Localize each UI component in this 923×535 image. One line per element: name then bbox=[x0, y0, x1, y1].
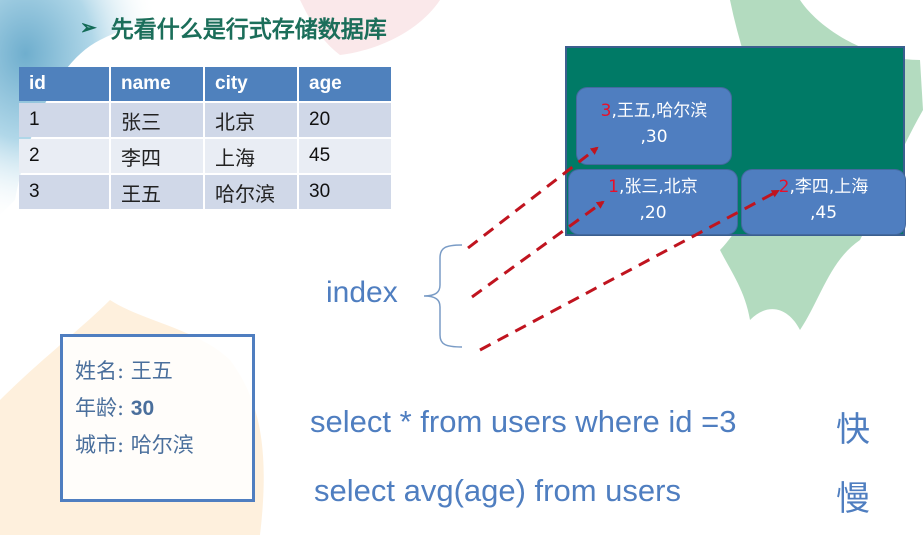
record-field-city: 城市: 哈尔滨 bbox=[75, 429, 252, 466]
record-field-label: 姓名: bbox=[75, 359, 131, 383]
speed-label-fast: 快 bbox=[836, 410, 870, 450]
record-field-value: 王五 bbox=[130, 359, 173, 383]
query-aggregate: select avg(age) from users bbox=[314, 473, 681, 508]
curly-brace-icon bbox=[423, 244, 463, 348]
index-arrow-to-row-3 bbox=[467, 146, 599, 250]
index-arrow-to-row-1 bbox=[471, 200, 605, 299]
record-field-label: 年龄: bbox=[75, 396, 131, 420]
record-field-value: 哈尔滨 bbox=[130, 433, 194, 457]
record-field-label: 城市: bbox=[75, 433, 131, 457]
record-field-age: 年龄: 30 bbox=[75, 392, 252, 429]
query-point-lookup: select * from users where id =3 bbox=[310, 404, 737, 439]
speed-label-slow: 慢 bbox=[836, 479, 870, 519]
record-field-value: 30 bbox=[130, 397, 155, 420]
index-arrow-to-row-2 bbox=[479, 189, 780, 352]
record-field-name: 姓名: 王五 bbox=[75, 355, 252, 392]
record-card: 姓名: 王五 年龄: 30 城市: 哈尔滨 bbox=[60, 334, 255, 502]
